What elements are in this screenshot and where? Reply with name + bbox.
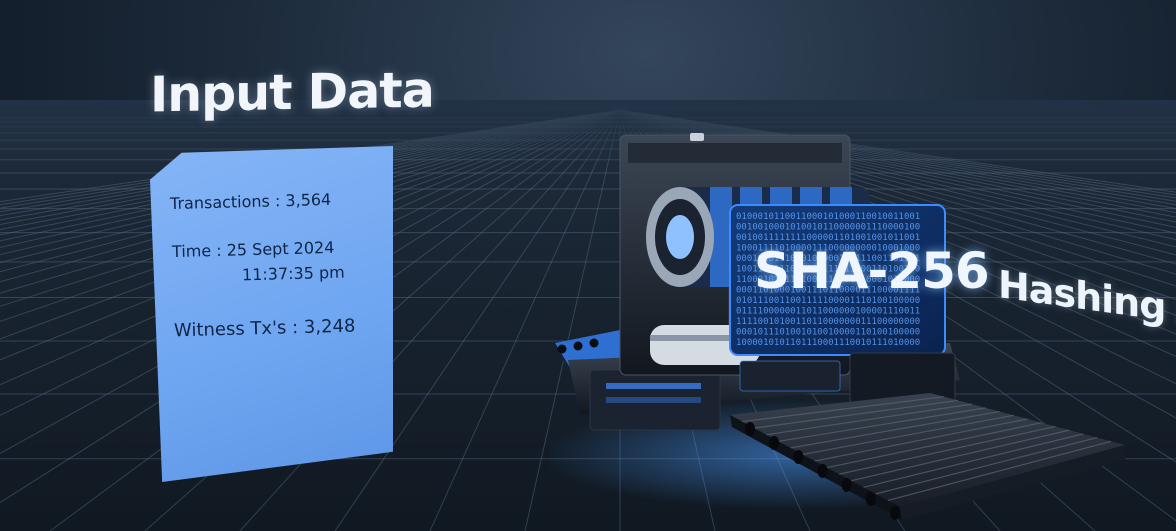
svg-text:011110000001101100000010000111: 0111100000011011000000100001110011 <box>736 307 920 317</box>
sha256-label: SHA-256 <box>754 242 990 300</box>
scene: Input Data Transactions : 3,564 Time : 2… <box>0 0 1176 531</box>
timestamp-time: 11:37:35 pm <box>241 262 345 285</box>
svg-text:010001011001100010100011001001: 0100010110011000101000110010011001 <box>736 212 920 222</box>
transactions-count: Transactions : 3,564 <box>169 189 332 214</box>
timestamp-date: Time : 25 Sept 2024 <box>171 237 335 262</box>
input-data-card: Transactions : 3,564 Time : 25 Sept 2024… <box>150 146 393 482</box>
witness-tx-count: Witness Tx's : 3,248 <box>173 315 356 342</box>
svg-text:000101110100101001000011010010: 0001011101001010010000110100100000 <box>736 328 920 338</box>
svg-text:111100101001101100000001110000: 1111001010011011000000011100000000 <box>736 317 920 327</box>
page-title: Input Data <box>150 61 434 124</box>
svg-text:100001010110111000111001011101: 1000010101101110001110010111010000 <box>736 338 920 348</box>
sha256-machine: 0100010110011000101000110010011001001001… <box>550 133 1125 520</box>
svg-text:001001000101001011000000111000: 0010010001010010110000001110000100 <box>736 223 920 233</box>
